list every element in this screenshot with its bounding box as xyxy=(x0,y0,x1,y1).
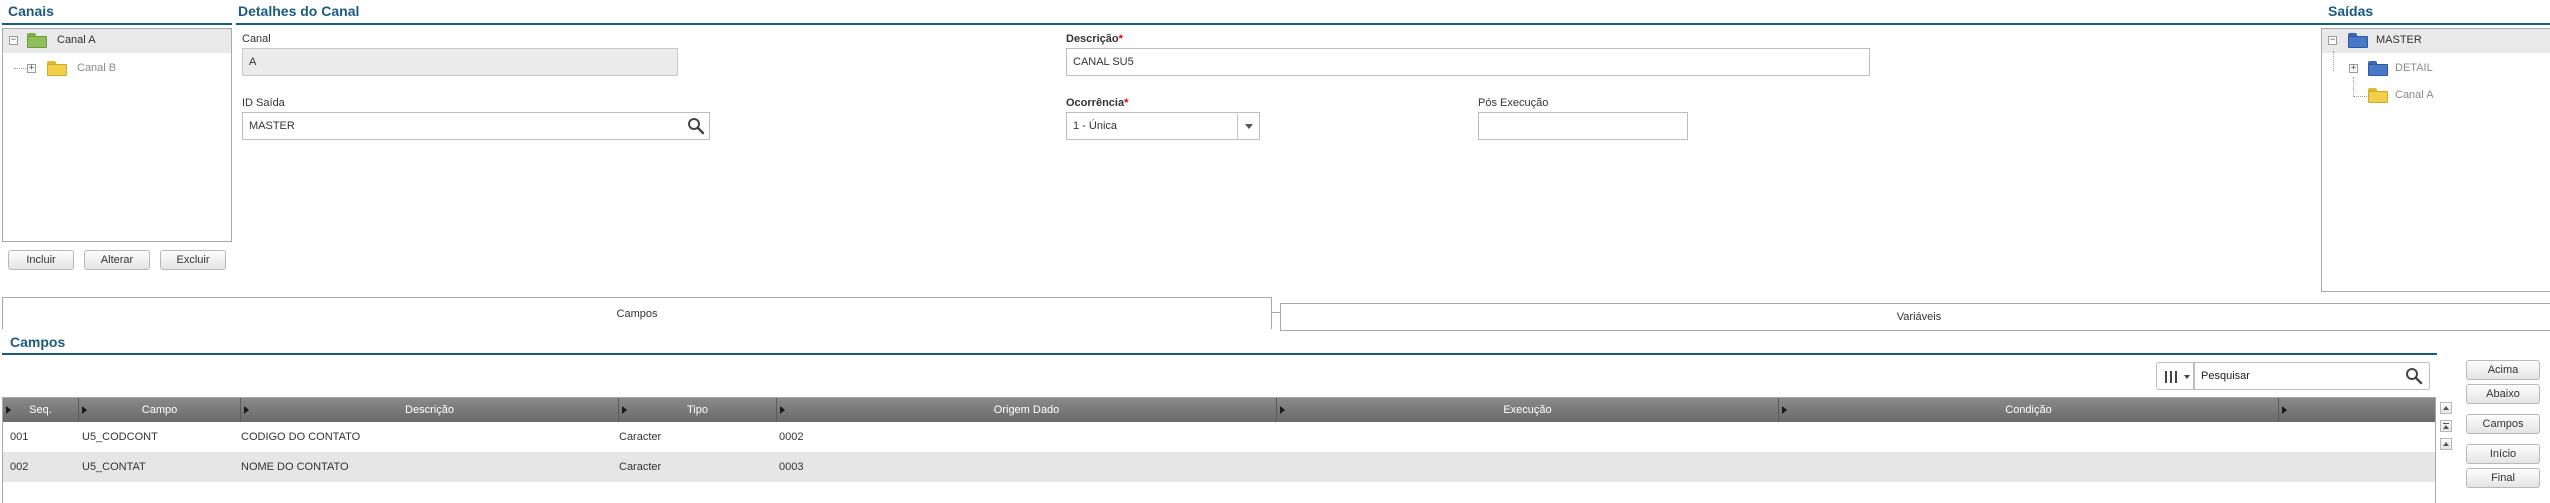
scroll-up-icon[interactable] xyxy=(2440,402,2452,414)
cell-tipo: Caracter xyxy=(619,431,662,443)
sort-icon xyxy=(82,406,87,414)
pos-execucao-field[interactable] xyxy=(1478,112,1688,140)
campos-button[interactable]: Campos xyxy=(2466,414,2540,434)
search-icon[interactable] xyxy=(686,116,706,136)
canais-rule xyxy=(2,23,232,25)
search-input[interactable]: Pesquisar xyxy=(2194,362,2430,390)
descricao-label: Descrição* xyxy=(1066,33,1123,45)
collapse-icon[interactable]: − xyxy=(9,36,18,45)
tree-item-canal-a[interactable]: Canal A xyxy=(2322,83,2550,107)
sort-icon xyxy=(622,406,627,414)
chevron-down-icon xyxy=(2184,375,2190,379)
chevron-down-icon[interactable] xyxy=(1237,112,1259,140)
column-header-execucao[interactable]: Execução xyxy=(1277,398,1779,422)
tab-campos[interactable]: Campos xyxy=(2,297,1272,329)
column-header-condicao[interactable]: Condição xyxy=(1779,398,2279,422)
cell-campo: U5_CODCONT xyxy=(82,431,158,443)
sort-icon xyxy=(1782,406,1787,414)
cell-tipo: Caracter xyxy=(619,461,662,473)
columns-icon xyxy=(2165,371,2177,383)
campos-rule xyxy=(2,353,2437,355)
tree-item-label: Canal A xyxy=(2395,89,2434,101)
cell-origem: 0002 xyxy=(779,431,804,443)
table-row[interactable]: 001 U5_CODCONT CODIGO DO CONTATO Caracte… xyxy=(3,422,2435,452)
grid-header: Seq. Campo Descrição Tipo Origem Dado Ex… xyxy=(3,398,2435,422)
acima-button[interactable]: Acima xyxy=(2466,360,2540,380)
folder-icon xyxy=(2368,88,2388,103)
column-header-extra[interactable] xyxy=(2279,398,2435,422)
folder-icon xyxy=(2368,61,2388,76)
ocorrencia-label: Ocorrência* xyxy=(1066,97,1129,109)
saidas-rule xyxy=(2322,23,2550,25)
descricao-field[interactable]: CANAL SU5 xyxy=(1066,48,1870,76)
incluir-button[interactable]: Incluir xyxy=(8,250,74,270)
detalhes-rule xyxy=(236,23,2328,25)
required-marker: * xyxy=(1124,97,1129,109)
id-saida-field[interactable]: MASTER xyxy=(242,112,710,140)
column-header-origem-dado[interactable]: Origem Dado xyxy=(777,398,1277,422)
tree-item-label: MASTER xyxy=(2376,34,2422,46)
column-header-seq[interactable]: Seq. xyxy=(3,398,79,422)
canais-tree: − Canal A + Canal B xyxy=(2,28,232,242)
expand-icon[interactable]: + xyxy=(2349,64,2358,73)
cell-descricao: CODIGO DO CONTATO xyxy=(241,431,361,443)
alterar-button[interactable]: Alterar xyxy=(84,250,150,270)
sort-icon xyxy=(1280,406,1285,414)
canal-field[interactable]: A xyxy=(242,48,678,76)
column-header-tipo[interactable]: Tipo xyxy=(619,398,777,422)
final-button[interactable]: Final xyxy=(2466,468,2540,488)
tab-variaveis[interactable]: Variáveis xyxy=(1280,303,2550,331)
excluir-button[interactable]: Excluir xyxy=(160,250,226,270)
table-row[interactable]: 002 U5_CONTAT NOME DO CONTATO Caracter 0… xyxy=(3,452,2435,482)
abaixo-button[interactable]: Abaixo xyxy=(2466,384,2540,404)
canal-label: Canal xyxy=(242,33,271,45)
tree-item-master[interactable]: − MASTER xyxy=(2322,29,2550,53)
id-saida-label: ID Saída xyxy=(242,97,285,109)
cell-campo: U5_CONTAT xyxy=(82,461,146,473)
detalhes-title: Detalhes do Canal xyxy=(238,3,360,19)
campos-grid: Seq. Campo Descrição Tipo Origem Dado Ex… xyxy=(2,397,2436,503)
open-folder-icon xyxy=(27,33,47,48)
column-header-campo[interactable]: Campo xyxy=(79,398,241,422)
saidas-title: Saídas xyxy=(2328,3,2374,19)
folder-icon xyxy=(47,61,67,76)
search-icon[interactable] xyxy=(2404,366,2424,386)
cell-seq: 002 xyxy=(10,461,29,473)
cell-seq: 001 xyxy=(10,431,29,443)
tree-item-label: Canal B xyxy=(77,62,117,74)
column-chooser-button[interactable] xyxy=(2156,362,2194,390)
cell-descricao: NOME DO CONTATO xyxy=(241,461,349,473)
sort-icon xyxy=(244,406,249,414)
tree-item-label: DETAIL xyxy=(2395,62,2433,74)
saidas-tree: − MASTER + DETAIL Canal A xyxy=(2321,28,2550,292)
scroll-top-icon[interactable] xyxy=(2440,420,2452,432)
expand-icon[interactable]: + xyxy=(27,64,36,73)
tree-item-canal-b[interactable]: + Canal B xyxy=(3,56,231,80)
collapse-icon[interactable]: − xyxy=(2328,36,2337,45)
sort-icon xyxy=(2282,406,2287,414)
column-header-descricao[interactable]: Descrição xyxy=(241,398,619,422)
campos-title: Campos xyxy=(10,334,66,350)
cell-origem: 0003 xyxy=(779,461,804,473)
tree-item-detail[interactable]: + DETAIL xyxy=(2322,56,2550,80)
sort-icon xyxy=(6,406,11,414)
pos-execucao-label: Pós Execução xyxy=(1478,97,1549,109)
scroll-up-icon[interactable] xyxy=(2440,438,2452,450)
tree-item-canal-a[interactable]: − Canal A xyxy=(3,29,231,53)
ocorrencia-select[interactable]: 1 - Única xyxy=(1066,112,1260,140)
canais-title: Canais xyxy=(8,3,54,19)
tree-item-label: Canal A xyxy=(57,34,96,46)
sort-icon xyxy=(780,406,785,414)
open-folder-icon xyxy=(2348,33,2368,48)
inicio-button[interactable]: Início xyxy=(2466,444,2540,464)
required-marker: * xyxy=(1118,33,1123,45)
